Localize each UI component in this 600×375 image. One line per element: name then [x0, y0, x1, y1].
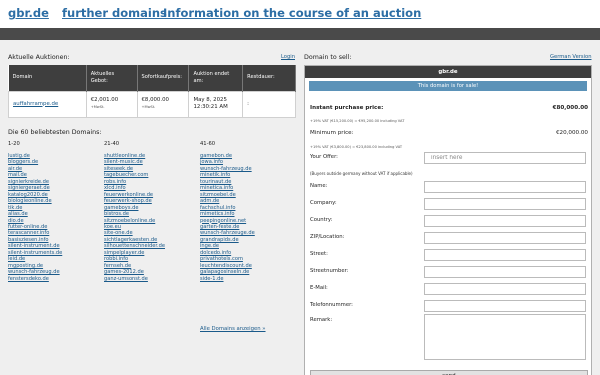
email-field[interactable]	[424, 283, 586, 295]
domain-link[interactable]: silhouettenschneider.de	[104, 243, 165, 249]
name-field[interactable]	[424, 181, 586, 193]
minimum-price-label: Minimum price:	[310, 130, 354, 136]
top-domains-title: Die 60 beliebtesten Domains:	[8, 129, 102, 136]
buy-now-vat: +MwSt.	[141, 105, 156, 109]
email-label: E-Mail:	[310, 285, 328, 291]
minimum-price-value: €20,000.00	[555, 130, 588, 136]
column-header-end-date: Auktion endet am:	[188, 65, 244, 91]
for-sale-banner: This domain is for sale!	[309, 81, 587, 91]
streetnumber-label: Streetnumber:	[310, 268, 349, 274]
top-navigation: gbr.de further domains Information on th…	[0, 0, 600, 28]
show-all-domains-link[interactable]: Alle Domains anzeigen »	[200, 326, 266, 332]
sale-domain-name: gbr.de	[305, 66, 591, 78]
domain-link[interactable]: galapagosinseln.de	[200, 269, 255, 275]
offer-label: Your Offer:	[310, 154, 338, 160]
instant-price-value: €80,000.00	[552, 105, 588, 111]
remaining-cell: :	[242, 90, 296, 118]
nav-link-further-domains[interactable]: further domains	[62, 6, 167, 20]
country-label: Country:	[310, 217, 333, 223]
domain-link[interactable]: silent-instrument.de	[8, 243, 62, 249]
country-field[interactable]	[424, 215, 586, 227]
nav-link-home[interactable]: gbr.de	[8, 6, 49, 20]
zip-location-field[interactable]	[424, 232, 586, 244]
domain-link[interactable]: wunsch-fahrzeug.de	[8, 269, 62, 275]
current-bid-value: €2,001.00	[90, 97, 119, 103]
name-label: Name:	[310, 183, 328, 189]
top-domains-column-1: 1-20 lustig.de bloggers.de air.de mail.de si…	[8, 141, 62, 282]
current-bid-cell: €2,001.00 +MwSt.	[85, 90, 138, 118]
domain-link[interactable]: side-1.de	[200, 276, 255, 282]
instant-price-label: Instant purchase price:	[310, 105, 384, 111]
table-row: auffahrrampe.de €2,001.00 +MwSt. €8,000.…	[8, 90, 296, 118]
street-label: Street:	[310, 251, 328, 257]
domain-link[interactable]: ganz-umsonst.de	[104, 276, 165, 282]
company-field[interactable]	[424, 198, 586, 210]
header-divider-bar	[0, 28, 600, 40]
column-range-label: 21-40	[104, 141, 120, 147]
domain-link[interactable]: wunsch-fahrzeuge.de	[200, 230, 255, 236]
end-date-cell: May 8, 2025 12:30:21 AM	[188, 90, 244, 118]
company-label: Company:	[310, 200, 337, 206]
column-header-buy-now: Sofortkaufpreis:	[137, 65, 190, 91]
phone-label: Telefonnummer:	[310, 302, 353, 308]
remark-textarea[interactable]	[424, 314, 586, 360]
current-bid-vat: +MwSt.	[90, 105, 105, 109]
column-header-domain: Domain	[8, 65, 87, 91]
phone-field[interactable]	[424, 300, 586, 312]
auction-table: Domain Aktuelles Gebot: Sofortkaufpreis:…	[8, 65, 296, 118]
column-header-current-bid: Aktuelles Gebot:	[86, 65, 138, 91]
send-button[interactable]: send	[310, 370, 588, 375]
domain-link[interactable]: fenstersdeko.de	[8, 276, 62, 282]
minimum-price-vat-note: +19% VAT (€3,800.00) = €23,800.00 includ…	[310, 145, 403, 149]
column-header-remaining: Restdauer:	[242, 65, 296, 91]
top-domains-column-2: 21-40 shuttleonline.de silent-music.de sit…	[104, 141, 165, 282]
minimum-price-row: Minimum price: €20,000.00	[310, 130, 588, 136]
street-field[interactable]	[424, 249, 586, 261]
sale-panel: gbr.de This domain is for sale! Instant …	[304, 65, 592, 375]
streetnumber-field[interactable]	[424, 266, 586, 278]
sell-title: Domain to sell:	[304, 54, 352, 61]
remark-label: Remark:	[310, 317, 333, 323]
auction-domain-cell: auffahrrampe.de	[8, 90, 87, 118]
table-header-row: Domain Aktuelles Gebot: Sofortkaufpreis:…	[8, 65, 296, 91]
login-link[interactable]: Login	[281, 54, 295, 60]
instant-price-vat-note: +19% VAT (€15,200.00) = €95,200.00 inclu…	[310, 119, 405, 123]
auctions-title: Aktuelle Auktionen:	[8, 54, 70, 61]
offer-vat-note: (Buyers outside germany without VAT if a…	[310, 171, 413, 176]
buy-now-value: €8,000.00	[141, 97, 169, 103]
buy-now-cell: €8,000.00 +MwSt.	[136, 90, 190, 118]
auction-domain-link[interactable]: auffahrrampe.de	[13, 101, 58, 107]
zip-location-label: ZIP/Location:	[310, 234, 345, 240]
nav-link-auction-info[interactable]: Information on the course of an auction	[163, 6, 421, 20]
column-range-label: 1-20	[8, 141, 20, 147]
offer-input[interactable]	[424, 152, 586, 164]
language-switch-link[interactable]: German Version	[550, 54, 592, 60]
top-domains-column-3: 41-60 gamebon.de jowa.info wunsch-fahrzeug…	[200, 141, 255, 282]
column-range-label: 41-60	[200, 141, 216, 147]
instant-price-row: Instant purchase price: €80,000.00	[310, 105, 588, 111]
